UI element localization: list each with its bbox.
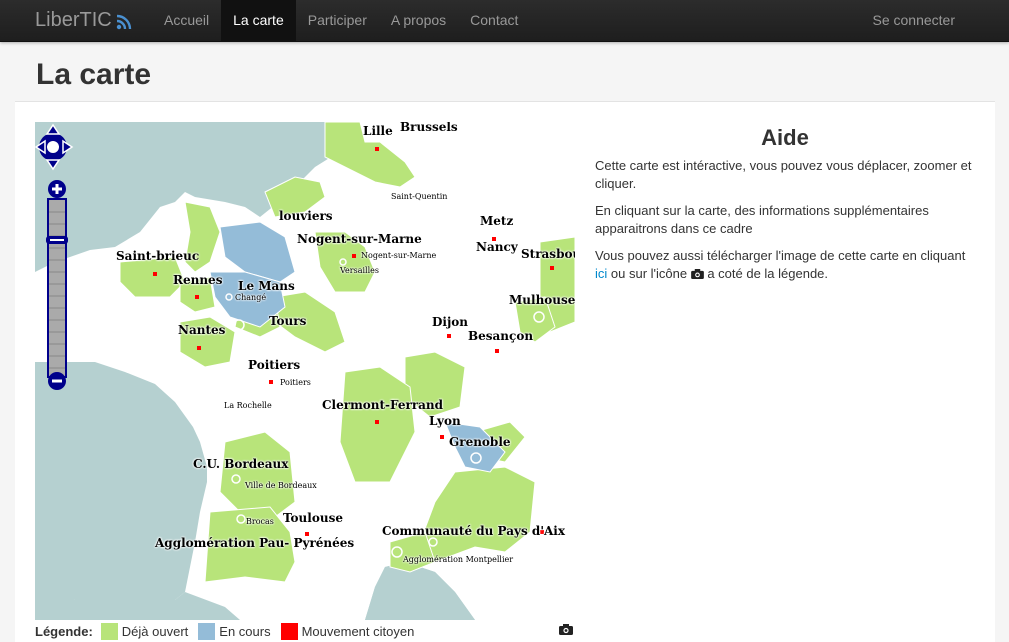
city-ville-bordeaux: Ville de Bordeaux [245,481,317,490]
main-nav: Accueil La carte Participer A propos Con… [152,0,530,41]
help-title: Aide [761,125,809,150]
city-metz: Metz [480,214,514,228]
login-link[interactable]: Se connecter [873,0,956,40]
nav-participer[interactable]: Participer [296,0,379,41]
legend-swatch-in-progress [198,622,216,640]
city-montpellier: Agglomération Montpellier [403,555,514,564]
page-title: La carte [36,58,152,91]
rss-icon [116,14,131,30]
help-paragraph-2: En cliquant sur la carte, des informatio… [595,203,929,236]
camera-icon[interactable] [559,624,573,635]
camera-inline-icon [690,269,704,279]
city-grenoble: Grenoble [449,435,511,449]
pan-down-icon [45,159,61,171]
help-p3-text-a: Vous pouvez aussi télécharger l'image de… [595,248,966,263]
city-poitiers-small: Poitiers [280,378,311,387]
city-clermont: Clermont-Ferrand [322,398,444,412]
city-louviers: louviers [279,209,333,223]
city-le-mans: Le Mans [238,279,295,293]
nav-a-propos[interactable]: A propos [379,0,458,41]
pan-up-icon [45,123,61,135]
city-rennes: Rennes [173,273,223,287]
city-change: Changé [235,293,267,302]
zoom-slider-handle[interactable] [46,236,68,244]
map-legend: Légende: Déjà ouvert En cours Mouvement … [35,622,575,640]
help-p3-text-c: a coté de la légende. [703,266,829,281]
city-saint-brieuc: Saint-brieuc [116,249,200,263]
city-toulouse: Toulouse [283,511,343,525]
city-brussels: Brussels [400,122,458,134]
pan-control[interactable] [35,123,74,171]
zoom-out-icon[interactable] [48,372,66,390]
legend-open: Déjà ouvert [121,623,189,639]
city-brocas: Brocas [246,517,274,526]
help-panel: Aide Cette carte est intéractive, vous p… [595,127,975,292]
city-nogent: Nogent-sur-Marne [297,232,422,246]
zoom-bar[interactable] [47,198,67,378]
pan-right-icon [62,139,74,155]
legend-citizen: Mouvement citoyen [301,623,415,639]
city-versailles: Versailles [340,266,379,275]
help-paragraph-3: Vous pouvez aussi télécharger l'image de… [595,247,975,283]
city-besancon: Besançon [468,329,534,343]
city-pays-aix: Communauté du Pays d'Aix [382,524,566,538]
map-controls [35,123,74,390]
city-lyon: Lyon [429,414,461,428]
zoom-in-icon[interactable] [48,180,66,198]
brand-name[interactable]: LiberTIC [35,9,112,32]
help-paragraph-1: Cette carte est intéractive, vous pouvez… [595,158,972,191]
city-nantes: Nantes [178,323,226,337]
city-pau: Agglomération Pau- Pyrénées [155,536,355,550]
city-saint-quentin: Saint-Quentin [391,192,448,201]
nav-la-carte[interactable]: La carte [221,0,296,41]
legend-swatch-open [100,622,118,640]
legend-title: Légende: [35,623,93,639]
legend-in-progress: En cours [219,623,271,639]
help-p3-text-b: ou sur l'icône [607,266,691,281]
nav-accueil[interactable]: Accueil [152,0,221,41]
legend-swatch-citizen [280,622,298,640]
city-dijon: Dijon [432,315,469,329]
top-navbar: LiberTIC Accueil La carte Participer A p… [0,0,1009,42]
page-header: La carte [15,54,995,102]
city-nancy: Nancy [476,240,518,254]
city-poitiers: Poitiers [248,358,301,372]
city-la-rochelle: La Rochelle [224,401,272,410]
city-tours: Tours [269,314,307,328]
city-cu-bordeaux: C.U. Bordeaux [193,457,289,471]
download-link[interactable]: ici [595,266,607,281]
city-strasbourg: Strasbou [521,247,575,261]
brand-logo[interactable]: LiberTIC [35,9,132,32]
city-lille: Lille [363,124,393,138]
city-mulhouse: Mulhouse [509,293,575,307]
france-map[interactable]: Brussels Lille Saint-Quentin Metz Nancy … [35,122,575,620]
nav-contact[interactable]: Contact [458,0,530,41]
city-nogent-small: Nogent-sur-Marne [361,251,437,260]
